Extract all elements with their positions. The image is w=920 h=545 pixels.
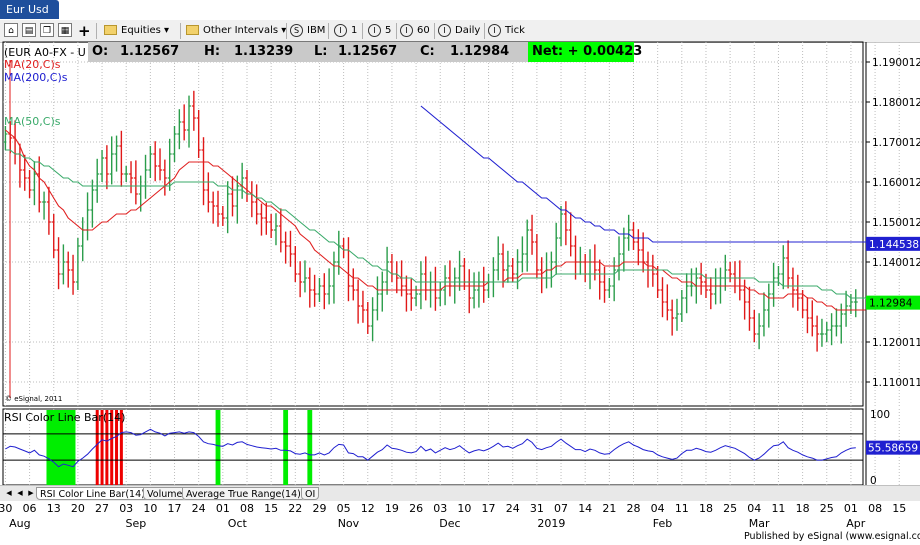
ohlc-bar: O: 1.12567 H: 1.13239 L: 1.12567 C: 1.12… xyxy=(88,42,528,62)
month-label: Aug xyxy=(9,517,30,530)
x-tick-label: 30 xyxy=(0,502,12,515)
high-value: 1.13239 xyxy=(234,44,294,59)
tab-atr[interactable]: Average True Range(14) xyxy=(182,487,305,500)
prev-tab-icon[interactable]: ◀ xyxy=(15,488,25,499)
y-tick-label: 1.140012 xyxy=(872,257,920,269)
x-tick-label: 08 xyxy=(868,502,882,515)
y-tick-label: 1.150012 xyxy=(872,217,920,229)
rsi-line xyxy=(5,428,856,468)
month-label: Dec xyxy=(439,517,460,530)
month-label: Feb xyxy=(653,517,672,530)
study-tab-bar: ◀ ◀ ▶ RSI Color Line Bar(14) Volume Aver… xyxy=(0,485,920,501)
x-tick-label: 22 xyxy=(288,502,302,515)
y-tick-label: 1.190012 xyxy=(872,57,920,69)
x-tick-label: 04 xyxy=(747,502,761,515)
rsi-green-bar xyxy=(215,410,221,485)
x-tick-label: 01 xyxy=(844,502,858,515)
x-tick-label: 05 xyxy=(337,502,351,515)
month-label: Sep xyxy=(125,517,146,530)
x-tick-label: 17 xyxy=(168,502,182,515)
tab-oi[interactable]: OI xyxy=(301,487,320,500)
x-tick-label: 27 xyxy=(95,502,109,515)
x-tick-label: 07 xyxy=(554,502,568,515)
x-tick-label: 21 xyxy=(602,502,616,515)
x-tick-label: 03 xyxy=(119,502,133,515)
month-label: Oct xyxy=(228,517,248,530)
price-chart[interactable]: 30 06 13 20 27 03 10 17 24 01 08 15 22 29 05 12 19 26 03 10… xyxy=(0,0,920,545)
x-tick-label: 24 xyxy=(506,502,520,515)
month-label: 2019 xyxy=(537,517,565,530)
x-tick-label: 24 xyxy=(192,502,206,515)
y-tick-label: 1.120011 xyxy=(872,337,920,349)
high-label: H: xyxy=(204,44,221,59)
publisher-footer: Published by eSignal (www.esignal.com) xyxy=(744,531,920,542)
x-tick-label: 28 xyxy=(627,502,641,515)
x-tick-label: 06 xyxy=(23,502,37,515)
x-tick-label: 03 xyxy=(433,502,447,515)
rsi-green-bar xyxy=(283,410,289,485)
rsi-panel-border xyxy=(2,408,864,486)
rsi-value-label: 55.58659 xyxy=(868,443,918,455)
last-price-label: 1.144538 xyxy=(869,239,919,251)
y-tick-label: 1.160012 xyxy=(872,177,920,189)
month-label: Nov xyxy=(338,517,360,530)
x-tick-label: 20 xyxy=(71,502,85,515)
x-tick-label: 13 xyxy=(47,502,61,515)
x-tick-label: 11 xyxy=(675,502,689,515)
x-tick-label: 11 xyxy=(771,502,785,515)
x-tick-label: 19 xyxy=(385,502,399,515)
net-value: + 0.00423 xyxy=(567,44,643,59)
first-tab-icon[interactable]: ◀ xyxy=(4,488,14,499)
x-tick-label: 25 xyxy=(820,502,834,515)
rsi-title: RSI Color Line Bar(14) xyxy=(4,411,125,424)
x-tick-label: 25 xyxy=(723,502,737,515)
x-tick-label: 18 xyxy=(699,502,713,515)
y-tick-label: 1.110011 xyxy=(872,377,920,389)
x-tick-label: 04 xyxy=(651,502,665,515)
copyright-label: © eSignal, 2011 xyxy=(5,395,62,403)
close-value: 1.12984 xyxy=(450,44,510,59)
rsi-tick-label: 100 xyxy=(870,409,890,421)
low-value: 1.12567 xyxy=(338,44,398,59)
low-label: L: xyxy=(314,44,328,59)
last-price-label: 1.12984 xyxy=(869,298,913,310)
x-tick-label: 08 xyxy=(240,502,254,515)
x-tick-label: 12 xyxy=(361,502,375,515)
ma50-legend: MA(50,C)s xyxy=(4,115,61,128)
tab-volume[interactable]: Volume xyxy=(143,487,187,500)
close-label: C: xyxy=(420,44,435,59)
price-panel-border xyxy=(2,41,864,407)
x-tick-label: 26 xyxy=(409,502,423,515)
open-label: O: xyxy=(92,44,109,59)
y-tick-label: 1.170012 xyxy=(872,137,920,149)
ma200-legend: MA(200,C)s xyxy=(4,71,68,84)
y-tick-label: 1.180012 xyxy=(872,97,920,109)
tab-rsi[interactable]: RSI Color Line Bar(14) xyxy=(36,487,149,500)
ma20-legend: MA(20,C)s xyxy=(4,58,61,71)
month-label: Apr xyxy=(846,517,866,530)
rsi-green-bar xyxy=(307,410,313,485)
x-tick-label: 29 xyxy=(312,502,326,515)
open-value: 1.12567 xyxy=(120,44,180,59)
x-tick-label: 15 xyxy=(892,502,906,515)
x-tick-label: 31 xyxy=(530,502,544,515)
x-tick-label: 10 xyxy=(457,502,471,515)
x-tick-label: 01 xyxy=(216,502,230,515)
net-change-badge: Net: + 0.00423 xyxy=(528,42,642,62)
next-tab-icon[interactable]: ▶ xyxy=(26,488,36,499)
x-tick-label: 18 xyxy=(796,502,810,515)
x-tick-label: 14 xyxy=(578,502,592,515)
x-tick-label: 17 xyxy=(482,502,496,515)
x-tick-label: 10 xyxy=(143,502,157,515)
month-label: Mar xyxy=(749,517,770,530)
net-label: Net: xyxy=(532,44,564,59)
x-tick-label: 15 xyxy=(264,502,278,515)
